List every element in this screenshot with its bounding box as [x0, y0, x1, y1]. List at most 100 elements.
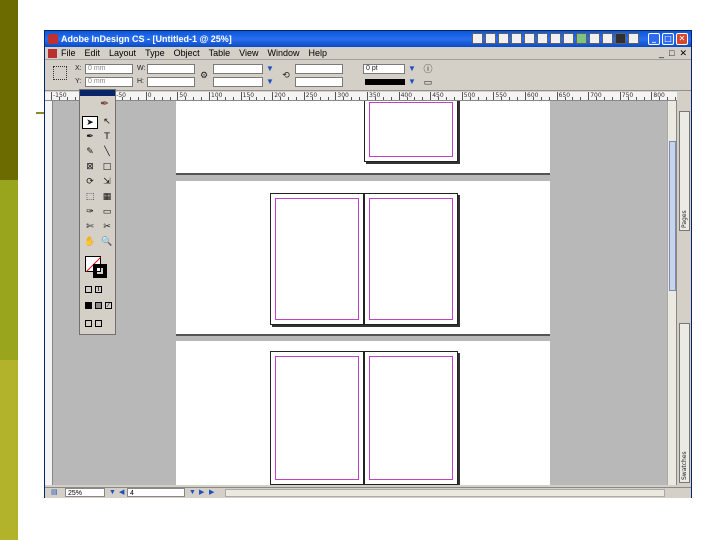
- ruler-tick: [540, 97, 542, 100]
- document-icon[interactable]: [48, 49, 57, 58]
- doc-restore-button[interactable]: □: [669, 47, 674, 60]
- next-page-icon[interactable]: ▶: [199, 488, 204, 498]
- menu-file[interactable]: File: [61, 47, 76, 60]
- apply-none-icon[interactable]: ⁄: [105, 302, 112, 309]
- document-page[interactable]: [364, 193, 458, 325]
- vertical-scrollbar[interactable]: [667, 101, 676, 485]
- apply-gradient-icon[interactable]: [95, 302, 102, 309]
- stroke-type-swatch[interactable]: [365, 79, 405, 85]
- toolbox-title-bar[interactable]: [80, 90, 115, 96]
- doc-close-button[interactable]: ✕: [679, 47, 687, 60]
- menu-type[interactable]: Type: [145, 47, 165, 60]
- gradient-tool[interactable]: ▦: [99, 191, 115, 204]
- document-page[interactable]: [270, 351, 364, 485]
- quick-icon[interactable]: [589, 33, 600, 44]
- ruler-tick: [635, 97, 637, 100]
- minimize-button[interactable]: _: [648, 33, 660, 45]
- document-page[interactable]: [364, 101, 458, 162]
- quick-icon[interactable]: [537, 33, 548, 44]
- quick-icon[interactable]: [550, 33, 561, 44]
- menu-table[interactable]: Table: [209, 47, 231, 60]
- measure-tool[interactable]: 🔍: [99, 236, 115, 249]
- rectangle-frame-tool[interactable]: ⊠: [82, 161, 98, 174]
- info-icon[interactable]: ⓘ: [423, 64, 433, 74]
- stroke-weight-field[interactable]: 0 pt: [363, 64, 405, 74]
- close-button[interactable]: ✕: [676, 33, 688, 45]
- quick-icon[interactable]: [524, 33, 535, 44]
- constrain-icon[interactable]: ⚙: [199, 70, 209, 80]
- quick-icon[interactable]: [628, 33, 639, 44]
- menu-object[interactable]: Object: [174, 47, 200, 60]
- menu-edit[interactable]: Edit: [85, 47, 101, 60]
- document-page[interactable]: [364, 351, 458, 485]
- scale-tool[interactable]: ⇲: [99, 176, 115, 189]
- quick-icon[interactable]: [602, 33, 613, 44]
- quick-icon[interactable]: [615, 33, 626, 44]
- quick-icon[interactable]: [485, 33, 496, 44]
- chevron-down-icon[interactable]: ▼: [407, 77, 417, 87]
- scale-x-field[interactable]: [213, 64, 263, 74]
- line-tool[interactable]: ╲: [99, 146, 115, 159]
- rectangle-tool[interactable]: □: [99, 161, 115, 174]
- scale-y-field[interactable]: [213, 77, 263, 87]
- last-page-icon[interactable]: ▶: [209, 488, 214, 498]
- hand-tool[interactable]: ✂: [99, 221, 115, 234]
- stroke-swatch[interactable]: [93, 264, 107, 278]
- pencil-tool[interactable]: ✎: [82, 146, 98, 159]
- w-field[interactable]: [147, 64, 195, 74]
- menu-icon[interactable]: ▤: [51, 488, 58, 498]
- scroll-thumb[interactable]: [669, 141, 676, 291]
- preview-view-icon[interactable]: [95, 320, 102, 327]
- chevron-down-icon[interactable]: ▼: [109, 488, 116, 498]
- palette-tabs[interactable]: Swatches: [679, 323, 690, 483]
- ruler-tick: [351, 97, 353, 100]
- rotate-field[interactable]: [295, 64, 343, 74]
- horizontal-scrollbar[interactable]: [225, 489, 665, 497]
- apply-color-icon[interactable]: [85, 302, 92, 309]
- selection-tool[interactable]: ➤: [82, 116, 98, 129]
- chevron-down-icon[interactable]: ▼: [407, 64, 417, 74]
- container-mode-icon[interactable]: [85, 286, 92, 293]
- normal-view-icon[interactable]: [85, 320, 92, 327]
- document-page[interactable]: [270, 193, 364, 325]
- page-field[interactable]: 4: [127, 488, 185, 497]
- shear-field[interactable]: [295, 77, 343, 87]
- chevron-down-icon[interactable]: ▼: [265, 64, 275, 74]
- first-page-icon[interactable]: ◀: [119, 488, 124, 498]
- h-field[interactable]: [147, 77, 195, 87]
- pages-tab[interactable]: Pages: [679, 111, 690, 231]
- type-tool[interactable]: T: [99, 131, 115, 144]
- zoom-field[interactable]: 25%: [65, 488, 105, 497]
- maximize-button[interactable]: □: [662, 33, 674, 45]
- menu-view[interactable]: View: [239, 47, 258, 60]
- x-field[interactable]: 0 mm: [85, 64, 133, 74]
- ruler-tick: [122, 97, 124, 100]
- chevron-down-icon[interactable]: ▼: [189, 488, 196, 498]
- menu-window[interactable]: Window: [267, 47, 299, 60]
- quick-icon[interactable]: [498, 33, 509, 44]
- quick-icon[interactable]: [563, 33, 574, 44]
- fill-stroke-swatches[interactable]: [85, 256, 109, 280]
- pen-tool[interactable]: ✒: [82, 131, 98, 144]
- free-transform-tool[interactable]: ⬚: [82, 191, 98, 204]
- chevron-down-icon[interactable]: ▼: [265, 77, 275, 87]
- menu-help[interactable]: Help: [308, 47, 327, 60]
- rotate-icon[interactable]: ⟲: [281, 70, 291, 80]
- rotate-tool[interactable]: ⟳: [82, 176, 98, 189]
- zoom-tool[interactable]: ✋: [82, 236, 98, 249]
- text-mode-icon[interactable]: T: [95, 286, 102, 293]
- direct-selection-tool[interactable]: ↖: [99, 116, 115, 129]
- button-tool[interactable]: ▭: [99, 206, 115, 219]
- y-field[interactable]: 0 mm: [85, 77, 133, 87]
- doc-minimize-button[interactable]: _: [659, 47, 664, 60]
- title-bar[interactable]: Adobe InDesign CS - [Untitled-1 @ 25%] _…: [45, 31, 691, 47]
- eyedropper-tool[interactable]: ✑: [82, 206, 98, 219]
- quick-icon[interactable]: [576, 33, 587, 44]
- frame-icon[interactable]: ▭: [423, 77, 433, 87]
- quick-icon[interactable]: [472, 33, 483, 44]
- pasteboard[interactable]: [53, 101, 675, 485]
- quick-icon[interactable]: [511, 33, 522, 44]
- scissors-tool[interactable]: ✄: [82, 221, 98, 234]
- menu-layout[interactable]: Layout: [109, 47, 136, 60]
- reference-point-icon[interactable]: [53, 66, 67, 80]
